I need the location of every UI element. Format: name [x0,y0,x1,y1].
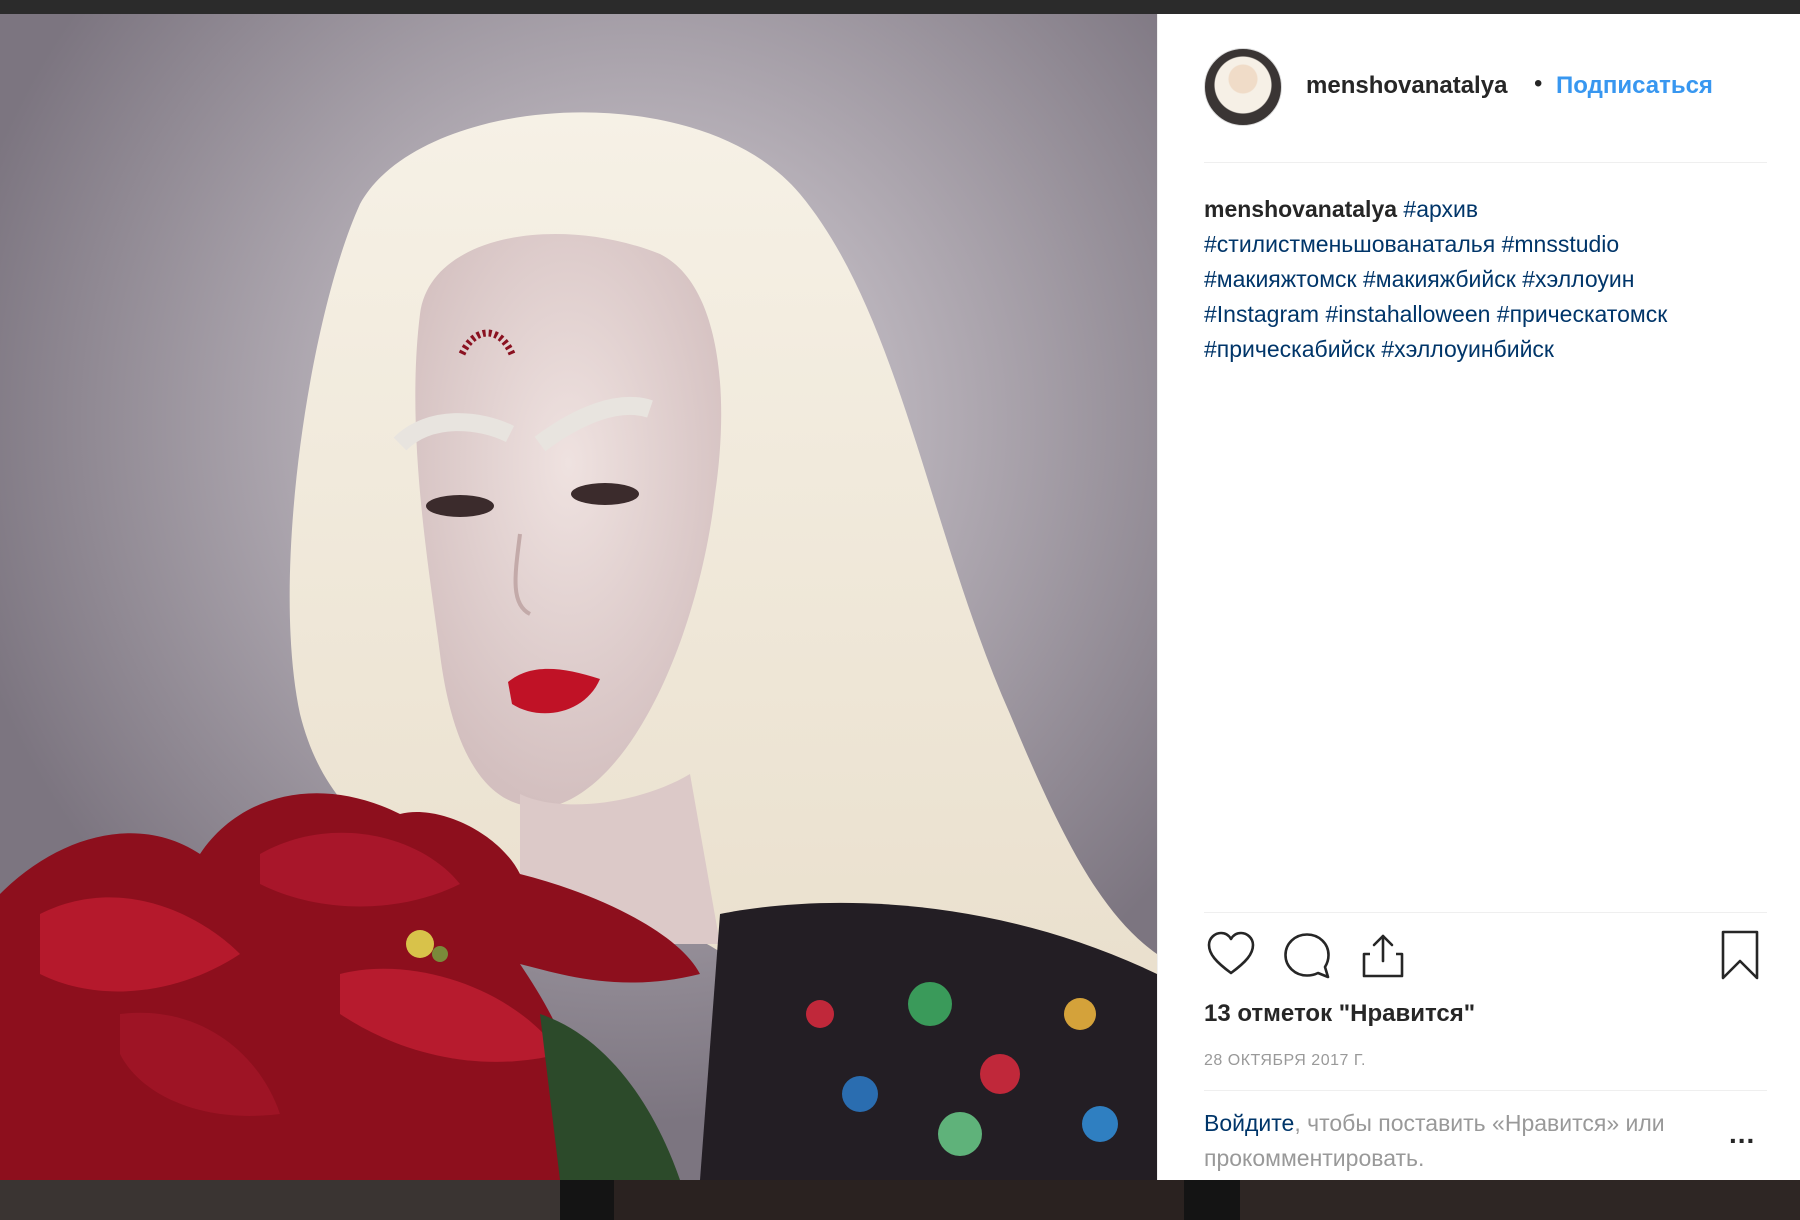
follow-button[interactable]: Подписаться [1556,72,1713,100]
photo-illustration [0,14,1157,1180]
hashtag-link[interactable]: #стилистменьшованаталья [1204,231,1495,257]
browser-top-bar [0,0,1800,14]
post-header: menshovanatalya • Подписаться [1158,14,1800,164]
post-photo[interactable] [0,14,1157,1180]
header-divider [1204,162,1767,163]
hashtag-link[interactable]: #макияжтомск [1204,266,1357,292]
hashtag-link[interactable]: #макияжбийск [1363,266,1516,292]
grid-thumbnail[interactable] [0,1180,560,1220]
login-link[interactable]: Войдите [1204,1110,1294,1136]
grid-thumbnail[interactable] [614,1180,1184,1220]
more-options-button[interactable]: ... [1729,1118,1755,1150]
post-side-panel: menshovanatalya • Подписаться menshovana… [1157,14,1800,1180]
hashtag-link[interactable]: #прическабийск [1204,336,1375,362]
header-separator: • [1534,70,1543,97]
comment-divider [1204,1090,1767,1091]
actions-divider [1204,912,1767,913]
grid-strip [0,1180,1800,1220]
hashtag-link[interactable]: #прическатомск [1497,301,1667,327]
login-prompt: Войдите, чтобы поставить «Нравится» или … [1204,1106,1684,1176]
hashtag-link[interactable]: #instahalloween [1325,301,1490,327]
caption-username-link[interactable]: menshovanatalya [1204,196,1397,222]
hashtag-link[interactable]: #архив [1403,196,1478,222]
comment-icon[interactable] [1280,928,1334,982]
likes-count[interactable]: 13 отметок "Нравится" [1204,1000,1475,1028]
post-date[interactable]: 28 ОКТЯБРЯ 2017 Г. [1204,1052,1366,1070]
hashtag-link[interactable]: #хэллоуин [1522,266,1634,292]
share-icon[interactable] [1356,928,1410,982]
post-caption: menshovanatalya #архив #стилистменьшован… [1204,192,1770,367]
post-modal: menshovanatalya • Подписаться menshovana… [0,14,1800,1180]
avatar[interactable] [1204,48,1282,126]
hashtag-link[interactable]: #mnsstudio [1502,231,1620,257]
post-actions [1204,928,1767,984]
hashtag-link[interactable]: #Instagram [1204,301,1319,327]
grid-thumbnail[interactable] [1240,1180,1800,1220]
heart-icon[interactable] [1204,928,1258,982]
hashtag-link[interactable]: #хэллоуинбийск [1381,336,1554,362]
header-username-link[interactable]: menshovanatalya [1306,72,1507,100]
bookmark-icon[interactable] [1713,928,1767,982]
